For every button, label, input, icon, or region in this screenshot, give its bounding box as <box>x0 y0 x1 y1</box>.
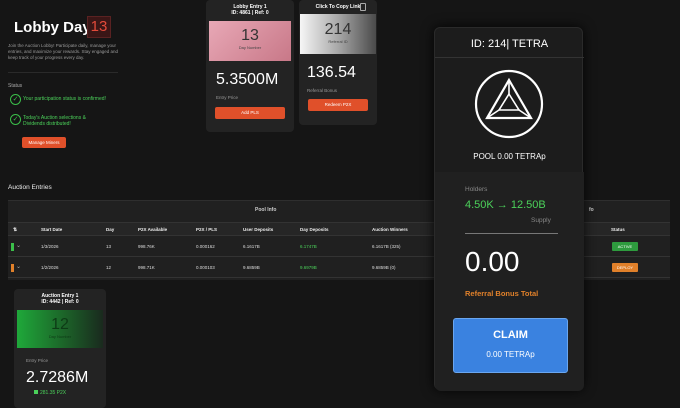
chevron-down-icon[interactable]: ⌄ <box>16 242 21 249</box>
col-day[interactable]: Day <box>106 227 114 232</box>
col-p2x-pls[interactable]: P2X / PLS <box>196 227 217 232</box>
cell-available: 998.76K <box>138 244 155 249</box>
referral-id-box: 214 Referral ID <box>300 14 376 54</box>
status-badge: ACTIVE <box>612 242 638 251</box>
day-number: 12 <box>51 316 69 333</box>
referral-bonus-value: 136.54 <box>307 64 356 81</box>
referral-id-number: 214 <box>324 21 352 38</box>
entry-price-label: Entry Price <box>216 95 239 100</box>
redeem-p2x-button[interactable]: Redeem P2X <box>308 99 368 111</box>
panel-title: ID: 214| TETRA <box>470 38 549 50</box>
row-indicator <box>11 264 14 272</box>
divider <box>435 57 584 58</box>
holders-label: Holders <box>465 186 488 193</box>
day-number-label: Day Number <box>238 45 262 50</box>
day-number-box: 13 Day Number <box>209 21 291 61</box>
check-icon: ✓ <box>10 114 21 125</box>
p2x-amount: 281.35 P2X <box>34 390 106 396</box>
day-number-box: 12 Day Number <box>17 310 103 348</box>
referral-id-label: Referral ID <box>328 39 348 44</box>
tetra-logo-icon <box>474 69 544 139</box>
cell-day: 12 <box>106 265 112 270</box>
cell-start-date: 1/2/2026 <box>41 265 59 270</box>
cell-user-deposits: 6.1617B <box>243 244 260 249</box>
cell-available: 998.71K <box>138 265 155 270</box>
divider <box>465 233 558 234</box>
page-title: Lobby Day <box>14 19 91 36</box>
card-id: ID: 4861 | Ref: 0 <box>231 10 269 16</box>
status-label: Status <box>8 83 23 89</box>
holders-value: 4.50K → 12.50B <box>465 199 546 211</box>
col-start-date[interactable]: Start Date <box>41 227 62 232</box>
wallet-icon <box>34 390 38 394</box>
status-badge[interactable]: DEPLOY <box>612 263 638 272</box>
day-number: 13 <box>241 27 259 44</box>
row-indicator <box>11 243 14 251</box>
cell-start-date: 1/3/2026 <box>41 244 59 249</box>
cell-day: 13 <box>106 244 112 249</box>
day-number-label: Day Number <box>48 334 72 339</box>
claim-amount[interactable]: 0.00 TETRAp <box>454 350 567 359</box>
card-id: ID: 4442 | Ref: 0 <box>41 299 79 305</box>
cell-ratio: 0.000162 <box>196 244 215 249</box>
entry-price-label: Entry Price <box>26 358 49 363</box>
cell-day-deposits: 6.1747B <box>300 244 317 249</box>
col-status[interactable]: Status <box>611 227 625 232</box>
info-header: fo <box>589 207 594 213</box>
check-icon: ✓ <box>10 94 21 105</box>
col-auction-winners[interactable]: Auction Winners <box>372 227 408 232</box>
lobby-entry-card: Lobby Entry 1 ID: 4861 | Ref: 0 13 Day N… <box>206 0 294 132</box>
manage-miners-button[interactable]: Manage Miners <box>22 137 66 148</box>
pool-info-header: Pool Info <box>255 207 277 213</box>
add-pls-button[interactable]: Add PLS <box>215 107 285 119</box>
supply-label: Supply <box>531 217 551 224</box>
status-item: Your participation status is confirmed! <box>23 96 106 102</box>
auction-entries-title: Auction Entries <box>8 184 52 191</box>
claim-button[interactable]: CLAIM 0.00 TETRAp <box>453 318 568 373</box>
auction-entry-card: Auction Entry 1 ID: 4442 | Ref: 0 12 Day… <box>14 289 106 408</box>
claim-label[interactable]: CLAIM <box>454 329 567 341</box>
referral-bonus-total-label: Referral Bonus Total <box>465 289 539 298</box>
copy-icon[interactable] <box>360 3 366 11</box>
divider <box>8 72 118 73</box>
entry-price-value: 2.7286M <box>26 369 89 386</box>
intro-text: Join the Auction Lobby! Participate dail… <box>8 43 119 60</box>
cell-ratio: 0.000103 <box>196 265 215 270</box>
p2x-amount-value: 281.35 P2X <box>40 390 67 396</box>
col-user-deposits[interactable]: User Deposits <box>243 227 273 232</box>
referral-bonus-total-value: 0.00 <box>465 246 520 277</box>
referral-card[interactable]: Click To Copy Link 214 Referral ID 136.5… <box>299 0 377 125</box>
cell-user-deposits: 9.6859B <box>243 265 260 270</box>
day-number-badge: 13 <box>87 16 111 38</box>
status-item: Today's Auction selections & Dividends d… <box>23 115 86 127</box>
chevron-down-icon[interactable]: ⌄ <box>16 263 21 270</box>
tetra-pool-panel: ID: 214| TETRA POOL 0.00 TETRAp Holders … <box>434 27 584 391</box>
cell-day-deposits: 9.6979B <box>300 265 317 270</box>
entry-price-value: 5.3500M <box>216 71 279 88</box>
cell-winners: 6.1617B (325) <box>372 244 401 249</box>
cell-winners: 9.6859B (0) <box>372 265 396 270</box>
col-day-deposits[interactable]: Day Deposits <box>300 227 329 232</box>
expand-all-icon[interactable]: ⇅ <box>13 227 17 233</box>
col-p2x-available[interactable]: P2X Available <box>138 227 167 232</box>
referral-bonus-label: Referral Bonus <box>307 88 338 93</box>
pool-amount: POOL 0.00 TETRAp <box>473 152 546 161</box>
